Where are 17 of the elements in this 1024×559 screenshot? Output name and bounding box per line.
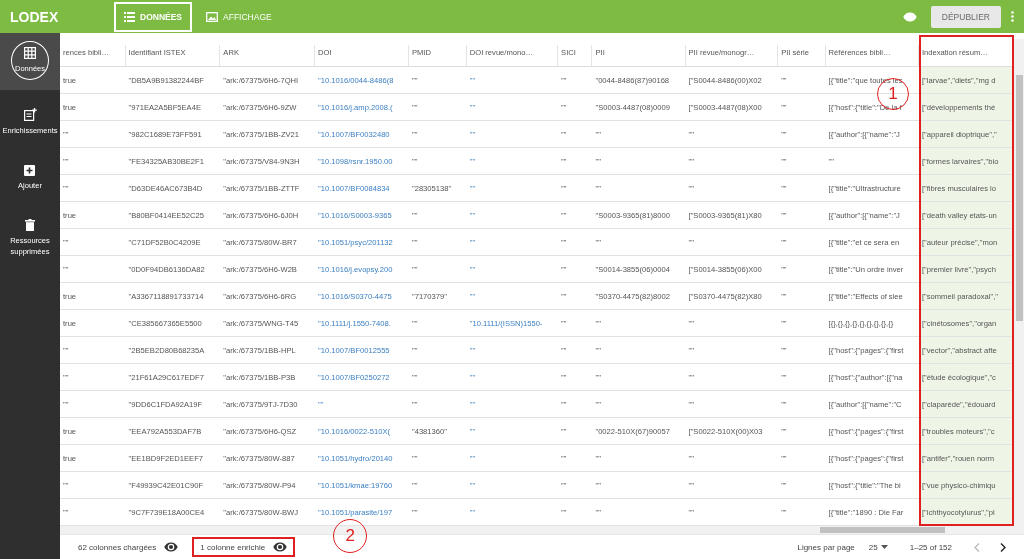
rows-per-page-label: Lignes par page xyxy=(797,542,855,552)
vertical-scrollbar[interactable] xyxy=(1014,39,1024,526)
eye-icon[interactable] xyxy=(273,542,288,552)
grid-icon xyxy=(24,47,36,59)
eye-icon[interactable] xyxy=(164,542,179,552)
rows-per-page-select[interactable]: 25 xyxy=(868,542,888,552)
trash-icon xyxy=(25,218,35,231)
unpublish-button[interactable]: DÉPUBLIER xyxy=(930,5,1001,28)
page-range: 1–25 of 152 xyxy=(909,542,952,552)
list-icon xyxy=(124,11,135,22)
image-icon xyxy=(206,11,219,22)
note-plus-icon xyxy=(23,108,37,122)
app-logo: LODEX xyxy=(10,8,60,25)
column-count-label: 1 colonne enrichie xyxy=(200,542,266,552)
caret-icon xyxy=(880,545,888,549)
column-count-label: 62 colonnes chargées xyxy=(78,542,157,552)
plus-icon xyxy=(24,164,36,176)
